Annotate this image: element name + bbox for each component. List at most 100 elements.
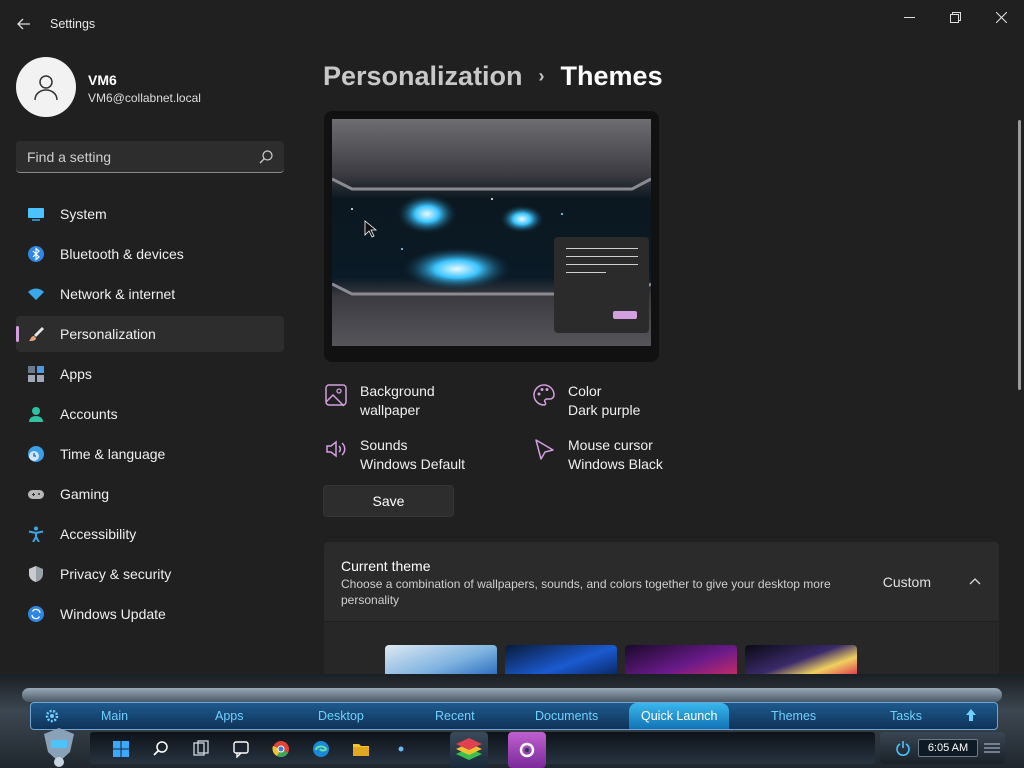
- card-description: Choose a combination of wallpapers, soun…: [341, 577, 831, 607]
- file-explorer-icon[interactable]: [352, 740, 370, 758]
- sidebar-item-windows-update[interactable]: Windows Update: [16, 596, 284, 632]
- bullet-dot-icon[interactable]: [392, 740, 410, 758]
- breadcrumb-separator: ›: [538, 65, 545, 86]
- sounds-tile[interactable]: Sounds Windows Default: [324, 437, 524, 477]
- sidebar-item-label: Accounts: [60, 406, 118, 422]
- preview-text-line: [566, 256, 638, 257]
- preview-text-line: [566, 272, 606, 273]
- person-icon: [34, 75, 58, 101]
- tile-value: Windows Black: [568, 456, 663, 472]
- card-title: Current theme: [341, 558, 431, 574]
- system-clock[interactable]: 6:05 AM: [880, 732, 1005, 764]
- back-button[interactable]: [12, 12, 36, 36]
- palette-icon: [533, 384, 555, 406]
- sidebar-item-label: Network & internet: [60, 286, 176, 302]
- image-icon: [325, 384, 347, 407]
- color-tile[interactable]: Color Dark purple: [532, 383, 732, 423]
- close-icon: [995, 11, 1007, 23]
- dock-tab-main[interactable]: Main: [101, 709, 128, 723]
- power-icon[interactable]: [896, 740, 910, 756]
- accessibility-icon: [28, 526, 44, 542]
- breadcrumb: Personalization › Themes: [323, 59, 663, 93]
- dock-rail: [22, 688, 1002, 702]
- dock-tab-desktop[interactable]: Desktop: [318, 709, 364, 723]
- dock-tab-documents[interactable]: Documents: [535, 709, 598, 723]
- scrollbar[interactable]: [1018, 120, 1021, 390]
- sidebar-item-label: Gaming: [60, 486, 110, 502]
- theme-thumbnail[interactable]: [625, 645, 737, 674]
- profile-name: VM6: [88, 72, 117, 88]
- tile-value: wallpaper: [360, 402, 420, 418]
- update-icon: [28, 606, 44, 622]
- preview-text-line: [566, 264, 638, 265]
- tile-title: Color: [568, 383, 602, 399]
- theme-thumbnail[interactable]: [505, 645, 617, 674]
- gamepad-icon: [28, 490, 44, 499]
- globe-clock-icon: [28, 446, 44, 462]
- dock-tab-quick-launch[interactable]: Quick Launch: [629, 703, 730, 729]
- tile-title: Sounds: [360, 437, 408, 453]
- chat-icon[interactable]: [232, 740, 250, 758]
- sidebar-item-bluetooth[interactable]: Bluetooth & devices: [16, 236, 284, 272]
- sidebar-item-label: Privacy & security: [60, 566, 172, 582]
- sidebar-item-time-language[interactable]: Time & language: [16, 436, 284, 472]
- dock-tab-recent[interactable]: Recent: [435, 709, 475, 723]
- sidebar-item-accounts[interactable]: Accounts: [16, 396, 284, 432]
- sidebar-item-system[interactable]: System: [16, 196, 284, 232]
- restore-button[interactable]: [935, 6, 975, 28]
- theme-thumbnail[interactable]: [385, 645, 497, 674]
- preview-accent-button: [613, 311, 637, 319]
- mouse-cursor-tile[interactable]: Mouse cursor Windows Black: [532, 437, 732, 477]
- wifi-icon: [28, 288, 44, 300]
- close-button[interactable]: [981, 6, 1021, 28]
- dock-tab-themes[interactable]: Themes: [771, 709, 816, 723]
- windows-start-icon[interactable]: [112, 740, 130, 758]
- task-view-icon[interactable]: [192, 740, 210, 758]
- current-theme-value: Custom: [882, 574, 931, 590]
- sidebar-item-label: Apps: [60, 366, 92, 382]
- current-theme-card[interactable]: Current theme Choose a combination of wa…: [324, 542, 999, 621]
- apps-icon: [28, 366, 44, 382]
- gear-icon[interactable]: [45, 709, 59, 723]
- theme-thumbnail[interactable]: [745, 645, 857, 674]
- stacked-layers-icon: [456, 738, 482, 760]
- save-button[interactable]: Save: [323, 485, 454, 517]
- chrome-icon[interactable]: [272, 740, 290, 758]
- grip-icon: [984, 743, 1000, 753]
- bluestacks-app-icon[interactable]: [450, 732, 488, 768]
- avatar: [16, 57, 76, 117]
- sidebar-item-network[interactable]: Network & internet: [16, 276, 284, 312]
- sidebar-item-privacy[interactable]: Privacy & security: [16, 556, 284, 592]
- search-icon[interactable]: [152, 740, 170, 758]
- edge-icon[interactable]: [312, 740, 330, 758]
- sidebar-item-gaming[interactable]: Gaming: [16, 476, 284, 512]
- profile-email: VM6@collabnet.local: [88, 91, 201, 105]
- background-tile[interactable]: Background wallpaper: [324, 383, 524, 423]
- restore-icon: [949, 11, 961, 23]
- tile-title: Background: [360, 383, 435, 399]
- sidebar-item-label: Personalization: [60, 326, 156, 342]
- minimize-button[interactable]: [889, 6, 929, 28]
- speaker-icon: [326, 440, 346, 458]
- sidebar-item-apps[interactable]: Apps: [16, 356, 284, 392]
- arrow-up-icon[interactable]: [965, 708, 977, 722]
- sidebar-item-personalization[interactable]: Personalization: [16, 316, 284, 352]
- search-input[interactable]: Find a setting: [16, 141, 284, 173]
- breadcrumb-parent[interactable]: Personalization: [323, 61, 523, 92]
- chevron-up-icon[interactable]: [969, 576, 981, 588]
- minimize-icon: [903, 16, 915, 18]
- tile-value: Dark purple: [568, 402, 641, 418]
- dock-tab-tasks[interactable]: Tasks: [890, 709, 922, 723]
- monitor-icon: [28, 208, 44, 221]
- settings-app-icon[interactable]: [508, 732, 546, 768]
- user-profile[interactable]: VM6 VM6@collabnet.local: [16, 57, 286, 117]
- search-icon: [259, 150, 273, 164]
- preview-window-sample: [554, 237, 649, 333]
- tile-value: Windows Default: [360, 456, 466, 472]
- app-title: Settings: [50, 17, 96, 31]
- sidebar-item-accessibility[interactable]: Accessibility: [16, 516, 284, 552]
- dock-taskbar: Main Apps Desktop Recent Documents Quick…: [0, 674, 1024, 768]
- gear-icon: [519, 742, 535, 758]
- wallpaper-preview-image: [332, 119, 651, 346]
- dock-tab-apps[interactable]: Apps: [215, 709, 244, 723]
